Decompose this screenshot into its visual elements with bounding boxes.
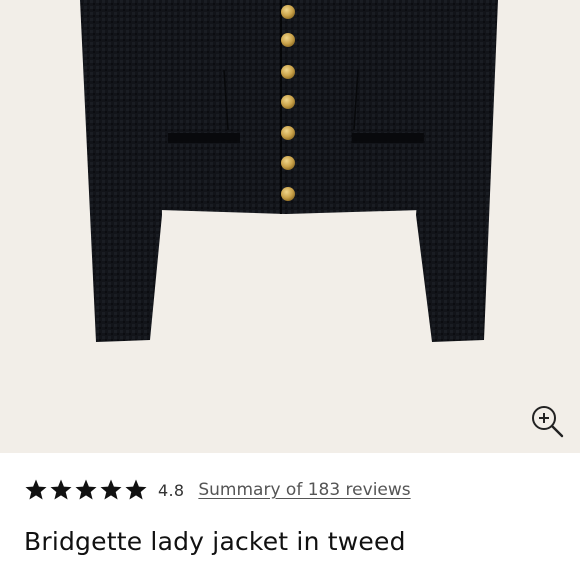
reviews-summary-link[interactable]: Summary of 183 reviews xyxy=(198,480,410,500)
jacket-image xyxy=(80,0,498,342)
star-icon xyxy=(75,479,97,500)
zoom-button[interactable] xyxy=(528,402,568,442)
star-rating xyxy=(24,478,148,502)
product-info: 4.8 Summary of 183 reviews Bridgette lad… xyxy=(0,453,580,580)
star-icon xyxy=(125,479,147,500)
star-icon xyxy=(50,479,72,500)
product-title: Bridgette lady jacket in tweed xyxy=(24,527,406,556)
zoom-in-icon xyxy=(532,406,564,438)
star-icon xyxy=(100,479,122,500)
product-page: 4.8 Summary of 183 reviews Bridgette lad… xyxy=(0,0,580,580)
star-icon xyxy=(25,479,47,500)
rating-row: 4.8 Summary of 183 reviews xyxy=(24,475,411,505)
rating-value: 4.8 xyxy=(158,480,185,500)
product-image[interactable] xyxy=(0,0,580,453)
